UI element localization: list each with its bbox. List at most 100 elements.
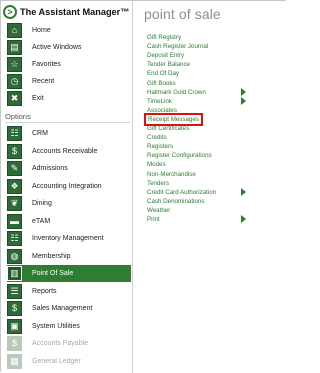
submenu-item-label: Gift Books xyxy=(147,79,176,87)
windows-icon: ▤ xyxy=(7,40,22,55)
submenu-item-modes[interactable]: Modes xyxy=(147,160,259,169)
submenu-item-label: Cash Register Journal xyxy=(147,43,209,51)
submenu-arrow-icon[interactable] xyxy=(241,215,246,223)
submenu-item-label: Hallmark Gold Crown xyxy=(147,88,206,96)
dining-icon: ❦ xyxy=(7,196,22,211)
nav-item-label: Favorites xyxy=(32,61,61,68)
inventory-icon: ☷ xyxy=(7,231,22,246)
submenu-item-print[interactable]: Print xyxy=(147,215,259,224)
point-of-sale-icon: ▥ xyxy=(7,266,22,281)
submenu-item-label: Tenders xyxy=(147,179,170,187)
nav-item-label: eTAM xyxy=(32,217,51,225)
submenu-item-label: Non-Merchandise xyxy=(147,170,196,178)
app-header: > The Assistant Manager™ xyxy=(3,3,131,21)
nav-item-home[interactable]: ⌂ Home xyxy=(7,22,131,39)
nav-item-crm[interactable]: ☷ CRM xyxy=(7,125,131,142)
submenu-panel: point of sale Gift Registry Cash Register… xyxy=(133,1,287,373)
exit-icon: ✖ xyxy=(7,91,22,106)
nav-item-sales-management[interactable]: $ Sales Management xyxy=(7,300,131,317)
nav-item-active-windows[interactable]: ▤ Active Windows xyxy=(7,39,131,56)
submenu-item-gift-books[interactable]: Gift Books xyxy=(147,79,259,88)
submenu-item-deposit-entry[interactable]: Deposit Entry xyxy=(147,51,259,60)
submenu-item-credit-card-authorization[interactable]: Credit Card Authorization xyxy=(147,187,259,197)
submenu-item-tender-balance[interactable]: Tender Balance xyxy=(147,60,259,69)
submenu-item-label: Deposit Entry xyxy=(147,52,185,60)
submenu-item-label: Registers xyxy=(147,143,174,151)
nav-item-dining[interactable]: ❦ Dining xyxy=(7,195,131,212)
nav-item-accounting-integration[interactable]: ❖ Accounting Integration xyxy=(7,178,131,195)
submenu-item-tenders[interactable]: Tenders xyxy=(147,179,259,188)
submenu-item-cash-denominations[interactable]: Cash Denominations xyxy=(147,197,259,206)
reports-icon: ☰ xyxy=(7,283,22,299)
nav-item-label: Exit xyxy=(32,95,44,102)
nav-item-label: Dining xyxy=(32,200,52,207)
submenu-arrow-icon[interactable] xyxy=(241,187,246,196)
nav-item-label: General Ledger xyxy=(32,357,81,365)
submenu-item-label: Gift Registry xyxy=(147,34,182,41)
nav-item-label: Accounting Integration xyxy=(32,182,102,190)
submenu-item-registers[interactable]: Registers xyxy=(147,142,259,151)
left-navigation-panel: > The Assistant Manager™ ⌂ Home ▤ Active Wi… xyxy=(1,1,133,373)
submenu-item-label: Print xyxy=(147,216,160,223)
nav-item-label: CRM xyxy=(32,130,48,137)
nav-item-recent[interactable]: ◷ Recent xyxy=(7,73,131,90)
submenu-item-timelink[interactable]: TimeLink xyxy=(147,96,259,106)
nav-item-label: Reports xyxy=(32,287,57,295)
crm-icon: ☷ xyxy=(7,126,22,141)
nav-item-general-ledger: ▦ General Ledger xyxy=(7,353,131,370)
submenu-item-hallmark-gold-crown[interactable]: Hallmark Gold Crown xyxy=(147,87,259,97)
submenu-item-label: TimeLink xyxy=(147,97,172,105)
nav-item-inventory-management[interactable]: ☷ Inventory Management xyxy=(7,230,131,247)
submenu-item-end-of-day[interactable]: End Of Day xyxy=(147,69,259,78)
sales-management-icon: $ xyxy=(7,301,22,316)
nav-item-accounts-receivable[interactable]: $ Accounts Receivable xyxy=(7,143,131,160)
nav-item-admissions[interactable]: ✎ Admissions xyxy=(7,160,131,177)
clock-icon: ◷ xyxy=(7,74,22,89)
submenu-arrow-icon[interactable] xyxy=(241,96,246,105)
submenu-item-label: Cash Denominations xyxy=(147,197,205,205)
submenu-item-cash-register-journal[interactable]: Cash Register Journal xyxy=(147,42,259,51)
submenu-item-label: Tender Balance xyxy=(147,61,190,69)
nav-item-membership[interactable]: ◍ Membership xyxy=(7,248,131,265)
nav-item-etam[interactable]: ▬ eTAM xyxy=(7,213,131,230)
nav-item-accounts-payable: $ Accounts Payable xyxy=(7,335,131,352)
submenu-item-label: End Of Day xyxy=(147,70,179,78)
submenu-item-gift-certificates[interactable]: Gift Certificates xyxy=(147,124,259,133)
nav-item-reports[interactable]: ☰ Reports xyxy=(7,283,131,300)
submenu-item-gift-registry[interactable]: Gift Registry xyxy=(147,33,259,42)
submenu-item-non-merchandise[interactable]: Non-Merchandise xyxy=(147,170,259,179)
submenu-item-receipt-messages[interactable]: Receipt Messages xyxy=(144,112,259,126)
submenu-item-register-configurations[interactable]: Register Configurations xyxy=(147,151,259,160)
nav-item-system-utilities[interactable]: ▣ System Utilities xyxy=(7,318,131,335)
nav-item-label: Inventory Management xyxy=(32,235,104,242)
submenu-item-weather[interactable]: Weather xyxy=(147,206,259,215)
membership-icon: ◍ xyxy=(7,248,22,264)
submenu-item-label: Weather xyxy=(147,206,171,214)
etam-icon: ▬ xyxy=(7,213,22,229)
submenu-item-label: Credits xyxy=(147,134,167,142)
home-icon: ⌂ xyxy=(7,23,22,38)
accounts-receivable-icon: $ xyxy=(7,143,22,159)
submenu-item-label: Register Configurations xyxy=(147,152,212,160)
submenu-title: point of sale xyxy=(144,6,221,22)
nav-item-exit[interactable]: ✖ Exit xyxy=(7,90,131,107)
app-window: > The Assistant Manager™ ⌂ Home ▤ Active Wi… xyxy=(0,0,287,373)
nav-item-label: Accounts Receivable xyxy=(32,147,98,155)
accounting-integration-icon: ❖ xyxy=(7,178,22,194)
submenu-item-associates[interactable]: Associates xyxy=(147,106,259,115)
nav-item-point-of-sale[interactable]: ▥ Point Of Sale xyxy=(7,265,131,282)
general-ledger-icon: ▦ xyxy=(7,353,22,369)
submenu-item-label: Modes xyxy=(147,161,166,169)
nav-item-favorites[interactable]: ☆ Favorites xyxy=(7,56,131,73)
submenu-item-credits[interactable]: Credits xyxy=(147,133,259,142)
submenu-item-label: Credit Card Authorization xyxy=(147,188,217,196)
nav-item-label: Admissions xyxy=(32,165,68,172)
accounts-payable-icon: $ xyxy=(7,336,22,351)
logo-icon: > xyxy=(3,5,17,19)
submenu-arrow-icon[interactable] xyxy=(241,87,246,96)
app-title: The Assistant Manager™ xyxy=(20,7,130,17)
options-divider xyxy=(5,122,130,123)
nav-item-label: Home xyxy=(32,27,51,34)
star-icon: ☆ xyxy=(7,57,22,72)
nav-item-label: Accounts Payable xyxy=(32,340,89,347)
